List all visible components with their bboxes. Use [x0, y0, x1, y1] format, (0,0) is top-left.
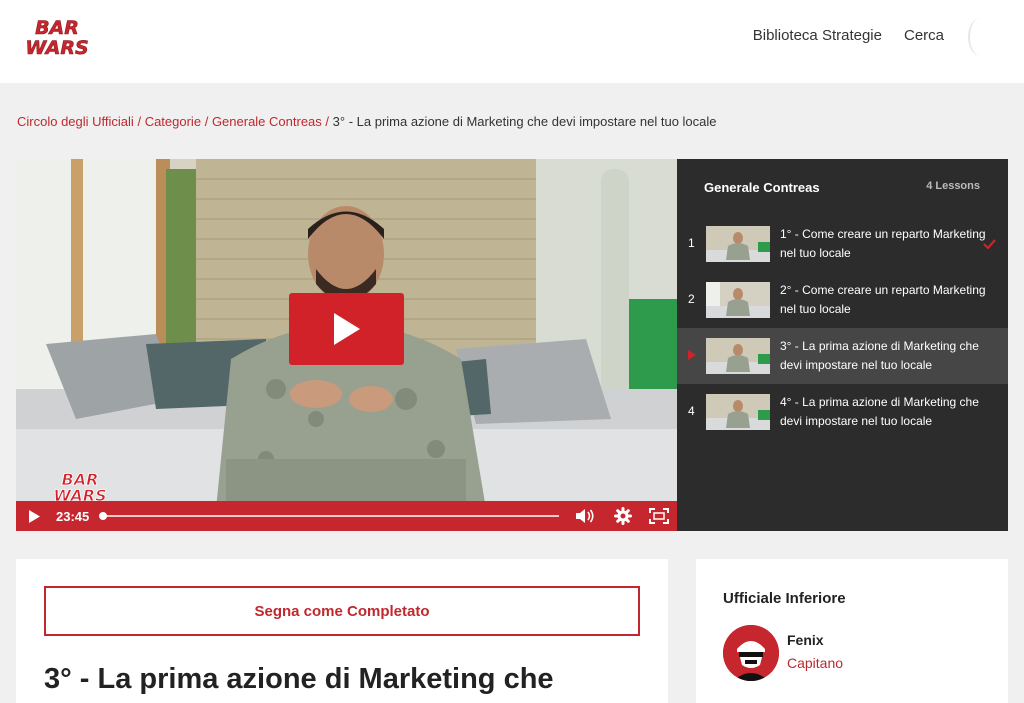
breadcrumb-categorie[interactable]: Categorie: [145, 114, 201, 129]
soldier-avatar-icon: [723, 625, 779, 681]
mark-complete-button[interactable]: Segna come Completato: [44, 586, 640, 636]
breadcrumb-circolo[interactable]: Circolo degli Ufficiali: [17, 114, 134, 129]
lesson-heading: 3° - La prima azione di Marketing che: [44, 663, 554, 695]
breadcrumb-separator: /: [204, 114, 209, 129]
lesson-item-2[interactable]: 2 2° - Come creare un reparto Marketing …: [677, 272, 1008, 328]
lessons-panel: Generale Contreas 4 Lessons 1 1° - Come …: [677, 159, 1008, 531]
instructor-card: Ufficiale Inferiore Fenix Capitano: [696, 559, 1008, 703]
lesson-thumbnail: [706, 338, 770, 374]
svg-text:BAR: BAR: [35, 17, 79, 39]
video-controls-bar: 23:45: [16, 501, 677, 531]
lessons-count: 4 Lessons: [926, 180, 980, 192]
lesson-number: 4: [688, 404, 695, 418]
lessons-panel-header: Generale Contreas 4 Lessons: [677, 159, 1008, 215]
instructor-role: Capitano: [787, 655, 844, 671]
lesson-thumbnail: [706, 226, 770, 262]
lesson-item-3-active[interactable]: 3° - La prima azione di Marketing che de…: [677, 328, 1008, 384]
lesson-title: 3° - La prima azione di Marketing che de…: [780, 339, 979, 372]
current-lesson-play-icon: [688, 350, 696, 360]
breadcrumb-current: 3° - La prima azione di Marketing che de…: [332, 114, 717, 129]
instructor-card-title: Ufficiale Inferiore: [723, 590, 846, 607]
checkmark-icon: [983, 236, 996, 254]
main-nav: Biblioteca Strategie Cerca: [753, 27, 944, 44]
lesson-thumbnail: [706, 394, 770, 430]
big-play-button[interactable]: [289, 293, 404, 365]
lesson-number: 2: [688, 292, 695, 306]
lesson-content-card: Segna come Completato 3° - La prima azio…: [16, 559, 668, 703]
volume-icon[interactable]: [573, 501, 597, 531]
fullscreen-icon[interactable]: [647, 501, 671, 531]
lesson-title: 1° - Come creare un reparto Marketing ne…: [780, 227, 986, 260]
nav-item-cerca[interactable]: Cerca: [904, 27, 944, 44]
bar-wars-logo[interactable]: BAR WARS: [16, 16, 98, 60]
nav-item-biblioteca-strategie[interactable]: Biblioteca Strategie: [753, 27, 882, 44]
progress-knob[interactable]: [99, 512, 107, 520]
course-title: Generale Contreas: [704, 180, 820, 195]
lesson-item-4[interactable]: 4 4° - La prima azione di Marketing che …: [677, 384, 1008, 440]
breadcrumb-separator: /: [137, 114, 142, 129]
lesson-item-1[interactable]: 1 1° - Come creare un reparto Marketing …: [677, 216, 1008, 272]
video-time: 23:45: [56, 509, 90, 524]
breadcrumb: Circolo degli Ufficiali / Categorie / Ge…: [17, 114, 717, 129]
lesson-title: 2° - Come creare un reparto Marketing ne…: [780, 283, 986, 316]
play-icon: [333, 313, 360, 345]
svg-text:WARS: WARS: [25, 37, 88, 58]
breadcrumb-generale-contreas[interactable]: Generale Contreas: [212, 114, 322, 129]
video-player[interactable]: BAR WARS 23:45: [16, 159, 677, 531]
video-progress-bar[interactable]: [99, 512, 559, 520]
avatar[interactable]: [723, 625, 779, 681]
lesson-thumbnail: [706, 282, 770, 318]
lesson-title: 4° - La prima azione di Marketing che de…: [780, 395, 979, 428]
breadcrumb-separator: /: [325, 114, 330, 129]
instructor-name[interactable]: Fenix: [787, 632, 824, 648]
gear-icon[interactable]: [611, 501, 635, 531]
lesson-number: 1: [688, 236, 695, 250]
play-icon[interactable]: [24, 501, 44, 531]
site-header: BAR WARS Biblioteca Strategie Cerca: [0, 0, 1024, 83]
menu-toggle-edge[interactable]: [968, 18, 992, 56]
